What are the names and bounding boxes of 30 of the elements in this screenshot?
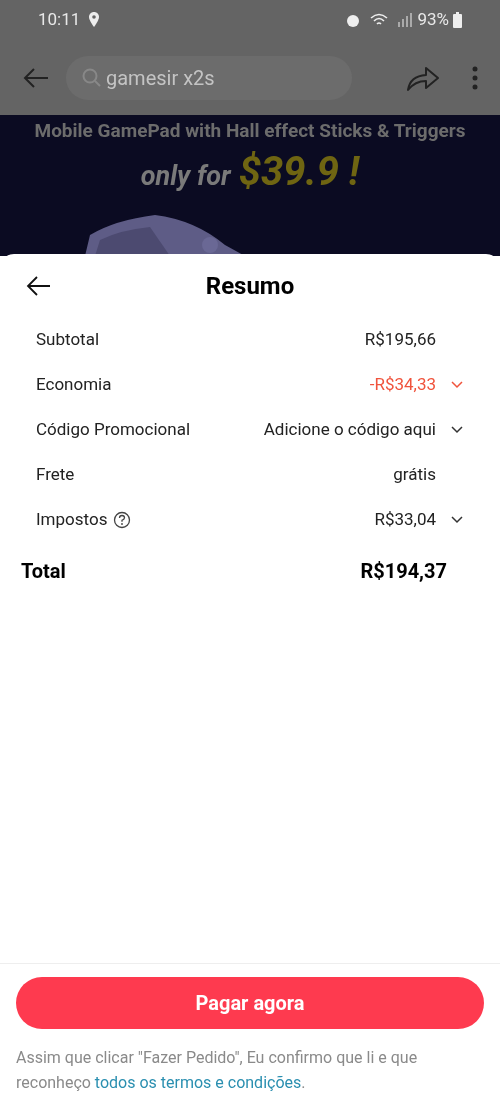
help-icon[interactable] — [113, 510, 132, 529]
status-time: 10:11 — [38, 8, 81, 32]
row-label: Economia — [36, 372, 112, 396]
row-value[interactable]: Adicione o código aqui — [263, 416, 436, 443]
banner-offer: only for — [140, 158, 231, 194]
row-label: Subtotal — [36, 327, 100, 351]
more-icon[interactable] — [472, 65, 478, 90]
row-value[interactable]: -R$34,33 — [369, 371, 436, 398]
battery-percent: 93% — [417, 8, 449, 32]
location-icon — [88, 12, 101, 28]
row-value: grátis — [393, 462, 436, 486]
total-label: Total — [21, 558, 66, 585]
sheet-title: Resumo — [205, 271, 295, 302]
total-value: R$194,37 — [360, 558, 447, 585]
banner-price: $39.9 ! — [238, 147, 360, 196]
row-value: R$195,66 — [364, 327, 436, 351]
row-label: Código Promocional — [36, 417, 191, 441]
back-arrow-icon[interactable] — [26, 276, 51, 296]
signal-icon — [397, 13, 414, 27]
row-label: Frete — [36, 462, 75, 486]
row-value[interactable]: R$33,04 — [374, 506, 436, 533]
chevron-down-icon[interactable] — [450, 424, 464, 435]
pay-now-button[interactable]: Pagar agora — [16, 977, 484, 1029]
row-label: Impostos — [36, 507, 108, 531]
battery-icon — [453, 12, 462, 28]
banner-headline: Mobile GamePad with Hall effect Sticks & Triggers — [34, 118, 466, 144]
search-field[interactable]: gamesir x2s — [66, 55, 352, 100]
chevron-down-icon[interactable] — [450, 514, 464, 525]
search-icon — [82, 67, 102, 88]
terms-notice: Assim que clicar "Fazer Pedido", Eu confirmo que li e que reconheço todos os termos e condições. — [16, 1047, 419, 1094]
